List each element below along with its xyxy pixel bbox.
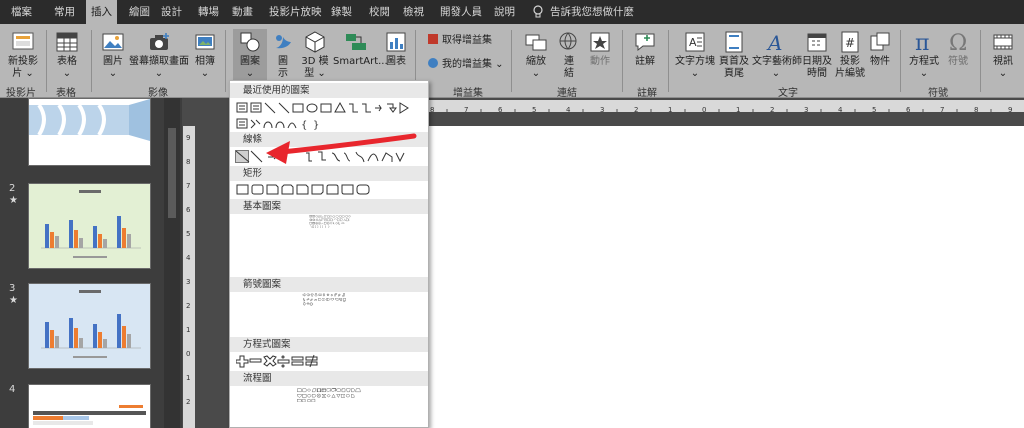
powerpoint-window: 檔案 常用 插入 繪圖 設計 轉場 動畫 投影片放映 錄製 校閱 檢視 開發人員… [0, 0, 1024, 428]
red-annotation-arrow [266, 133, 417, 164]
